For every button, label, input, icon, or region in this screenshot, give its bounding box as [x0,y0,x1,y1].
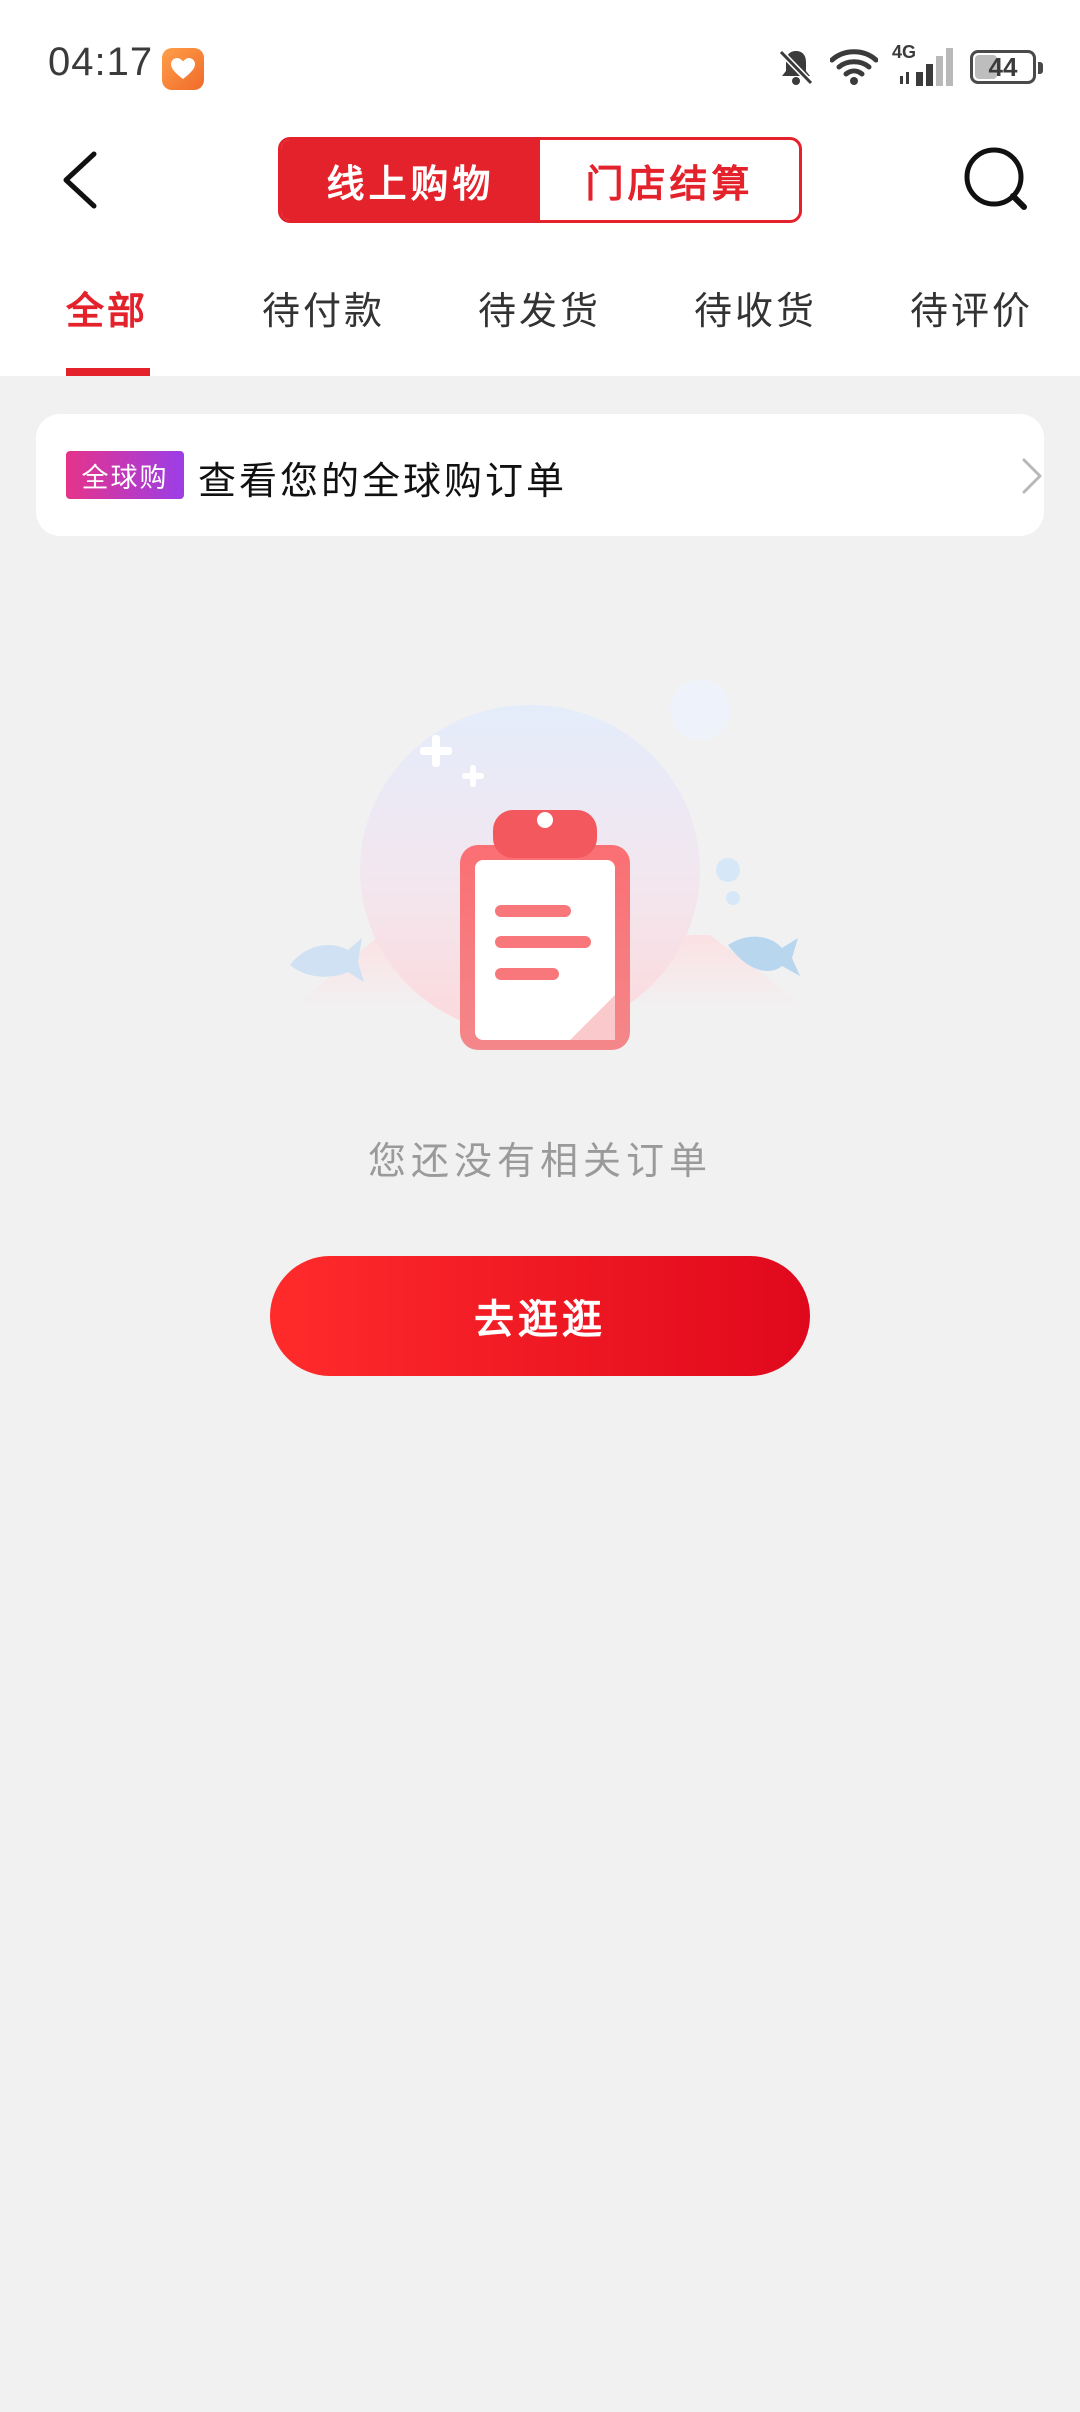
segment-online-shopping[interactable]: 线上购物 [281,140,540,220]
wifi-icon [830,49,878,85]
tab-pending-shipment[interactable]: 待发货 [478,280,601,335]
tab-pending-receipt[interactable]: 待收货 [694,280,817,335]
global-purchase-card[interactable]: 全球购 查看您的全球购订单 [36,414,1044,536]
active-tab-indicator [66,368,150,376]
mute-bell-icon [778,49,814,86]
back-button[interactable] [54,140,114,220]
order-status-tabs: 全部 待付款 待发货 待收货 待评价 [0,280,1080,376]
segment-store-checkout[interactable]: 门店结算 [540,140,799,220]
empty-orders-message: 您还没有相关订单 [367,1139,712,1183]
shopping-mode-switch: 线上购物 门店结算 [278,137,802,223]
status-icons: 4G 44 [776,42,1043,92]
search-button[interactable] [956,140,1036,220]
tab-pending-payment[interactable]: 待付款 [262,280,385,335]
tab-all[interactable]: 全部 [66,280,148,335]
go-shopping-button[interactable]: 去逛逛 [270,1256,810,1376]
empty-orders-illustration [290,680,810,1050]
chevron-right-icon [1022,458,1042,494]
global-purchase-link-text: 查看您的全球购订单 [198,459,568,503]
status-time: 04:17 [48,40,154,84]
cellular-signal-icon: 4G [892,42,956,88]
global-purchase-badge: 全球购 [66,451,184,499]
back-arrow-icon [63,151,97,209]
battery-level: 44 [988,51,1018,82]
search-icon [964,147,1027,210]
app-notification-icon [162,48,204,90]
tab-pending-review[interactable]: 待评价 [910,280,1033,335]
battery-indicator: 44 [970,50,1043,84]
